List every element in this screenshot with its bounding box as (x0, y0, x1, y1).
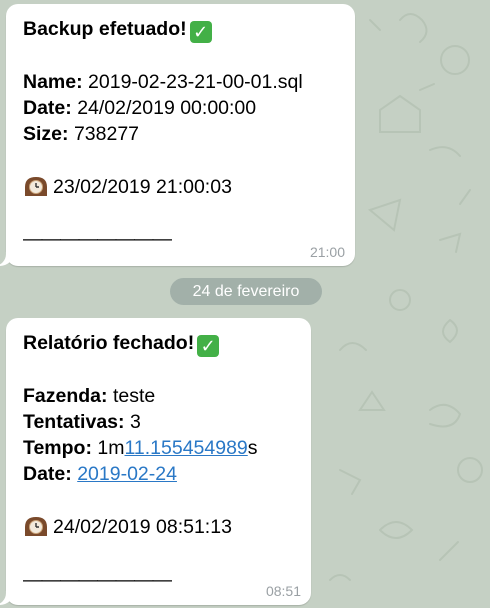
field-value: 24/02/2019 00:00:00 (77, 96, 257, 119)
clock-line: 24/02/2019 08:51:13 (23, 514, 294, 540)
message-title: Backup efetuado! ✓ (23, 16, 338, 43)
field-date: Date: 2019-02-24 (23, 463, 177, 486)
check-mark-emoji-icon: ✓ (197, 335, 220, 357)
field-value: 2019-02-23-21-00-01.sql (88, 70, 303, 93)
field-fazenda: Fazenda: teste (23, 384, 156, 407)
field-value-prefix: 1m (97, 437, 125, 460)
field-size: Size: 738277 (23, 123, 140, 146)
field-tentativas: Tentativas: 3 (23, 410, 141, 433)
clock-timestamp: 23/02/2019 21:00:03 (53, 175, 232, 198)
clock-timestamp: 24/02/2019 08:51:13 (53, 516, 232, 539)
check-mark-emoji-icon: ✓ (189, 21, 212, 43)
message-title-text: Backup efetuado! (23, 18, 187, 40)
field-name: Name: 2019-02-23-21-00-01.sql (23, 70, 303, 93)
message-title-text: Relatório fechado! (23, 332, 195, 354)
field-value: 738277 (73, 123, 140, 146)
tempo-link[interactable]: 11.155454989 (125, 437, 248, 459)
field-label: Fazenda (23, 384, 102, 407)
field-label: Tentativas (23, 410, 119, 433)
field-date: Date: 24/02/2019 00:00:00 (23, 96, 257, 119)
message-title: Relatório fechado! ✓ (23, 330, 294, 357)
mantel-clock-emoji-icon (25, 176, 47, 196)
field-value: 3 (129, 410, 141, 433)
message-time: 08:51 (265, 583, 301, 599)
clock-line: 23/02/2019 21:00:03 (23, 174, 338, 200)
mantel-clock-emoji-icon (25, 517, 47, 537)
message-bubble-report[interactable]: Relatório fechado! ✓ Fazenda: teste Tenta… (0, 318, 311, 605)
bubble-tail (0, 591, 14, 605)
message-time: 21:00 (309, 244, 345, 260)
field-value: teste (112, 384, 156, 407)
field-label: Tempo (23, 437, 86, 460)
field-tempo: Tempo: 1m11.155454989s (23, 437, 258, 460)
field-value-suffix: s (247, 437, 258, 460)
date-link[interactable]: 2019-02-24 (77, 463, 177, 485)
separator-line: ———————— (23, 568, 172, 591)
message-bubble-backup[interactable]: Backup efetuado! ✓ Name: 2019-02-23-21-00… (0, 4, 355, 266)
field-label: Date (23, 463, 66, 486)
field-label: Name (23, 70, 77, 93)
field-label: Size (23, 123, 63, 146)
date-separator: 24 de fevereiro (170, 278, 322, 305)
bubble-tail (0, 252, 14, 266)
separator-line: ———————— (23, 228, 172, 251)
field-label: Date (23, 96, 66, 119)
